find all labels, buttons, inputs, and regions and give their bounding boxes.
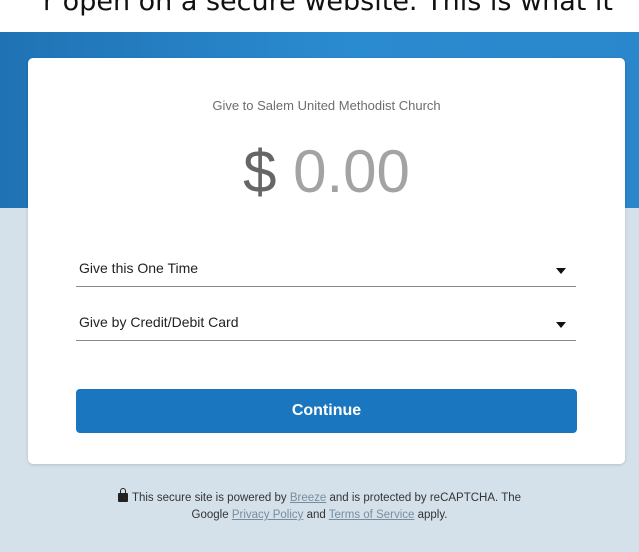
terms-of-service-link[interactable]: Terms of Service bbox=[329, 509, 415, 521]
footer-text-3: Google bbox=[191, 509, 229, 521]
currency-symbol: $ bbox=[243, 138, 277, 205]
footer-text-5: apply. bbox=[417, 509, 448, 521]
frequency-select[interactable]: Give this One Time bbox=[76, 256, 576, 287]
lock-icon bbox=[117, 488, 128, 502]
continue-button[interactable]: Continue bbox=[76, 389, 577, 433]
footer-text-2: and is protected by reCAPTCHA. The bbox=[329, 492, 522, 504]
top-caption: r open on a secure website. This is what… bbox=[0, 0, 639, 32]
footer-line-2: Google Privacy Policy and Terms of Servi… bbox=[0, 507, 639, 524]
frequency-select-label: Give this One Time bbox=[79, 260, 199, 276]
caret-down-icon bbox=[556, 268, 566, 274]
footer-text-1: This secure site is powered by bbox=[131, 492, 287, 504]
organization-title: Give to Salem United Methodist Church bbox=[212, 98, 441, 113]
caret-down-icon bbox=[556, 322, 566, 328]
payment-select-label: Give by Credit/Debit Card bbox=[79, 314, 239, 330]
footer-text-4: and bbox=[306, 509, 326, 521]
footer-line-1: This secure site is powered by Breeze an… bbox=[0, 488, 639, 507]
caption-text: r open on a secure website. This is what… bbox=[43, 0, 613, 17]
privacy-policy-link[interactable]: Privacy Policy bbox=[232, 509, 304, 521]
footer-notice: This secure site is powered by Breeze an… bbox=[0, 488, 639, 524]
breeze-link[interactable]: Breeze bbox=[290, 492, 326, 504]
amount-field[interactable]: $ 0.00 bbox=[28, 136, 625, 208]
payment-method-select[interactable]: Give by Credit/Debit Card bbox=[76, 310, 576, 341]
amount-value[interactable]: 0.00 bbox=[293, 138, 410, 205]
donation-card: Give to Salem United Methodist Church $ … bbox=[28, 58, 625, 464]
